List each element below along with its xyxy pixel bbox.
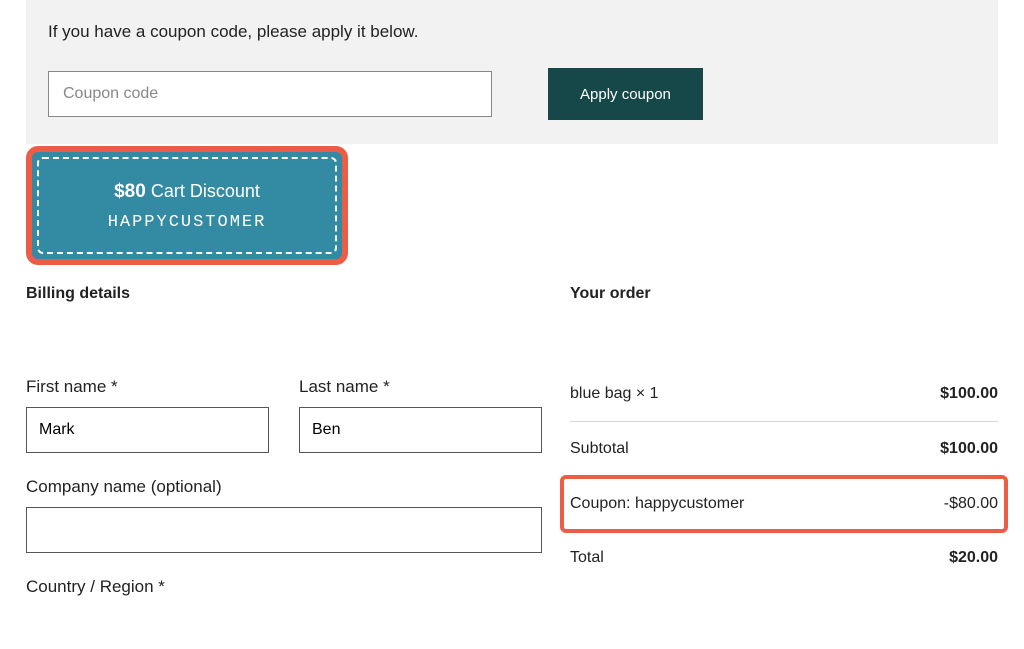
order-summary: blue bag × 1 $100.00 Subtotal $100.00 Co… [570, 377, 998, 573]
coupon-panel: If you have a coupon code, please apply … [26, 0, 998, 144]
coupon-code-input[interactable] [48, 71, 492, 117]
billing-section: Billing details First name * Last name *… [26, 285, 570, 607]
order-row-label: Coupon: happycustomer [570, 495, 744, 513]
order-row-value: -$80.00 [944, 495, 998, 513]
order-row-value: $20.00 [949, 549, 998, 567]
company-label: Company name (optional) [26, 477, 542, 497]
coupon-row: Apply coupon [48, 68, 976, 120]
coupon-badge-amount: $80 [114, 181, 146, 202]
order-row-product: blue bag × 1 $100.00 [570, 385, 998, 422]
last-name-input[interactable] [299, 407, 542, 453]
coupon-badge: $80 Cart Discount HAPPYCUSTOMER [37, 157, 337, 254]
order-row-label: blue bag × 1 [570, 385, 659, 403]
first-name-input[interactable] [26, 407, 269, 453]
billing-title: Billing details [26, 285, 542, 303]
country-label: Country / Region * [26, 577, 542, 597]
order-row-label: Subtotal [570, 440, 629, 458]
coupon-badge-code: HAPPYCUSTOMER [47, 213, 327, 232]
order-row-label: Total [570, 549, 604, 567]
order-row-coupon: Coupon: happycustomer -$80.00 [570, 477, 998, 531]
order-title: Your order [570, 285, 998, 303]
last-name-label: Last name * [299, 377, 542, 397]
coupon-instruction: If you have a coupon code, please apply … [48, 22, 976, 42]
order-row-subtotal: Subtotal $100.00 [570, 422, 998, 477]
order-row-value: $100.00 [940, 385, 998, 403]
coupon-badge-label: Cart Discount [151, 181, 260, 201]
order-section: Your order blue bag × 1 $100.00 Subtotal… [570, 285, 998, 607]
coupon-badge-line: $80 Cart Discount [47, 181, 327, 203]
apply-coupon-button[interactable]: Apply coupon [548, 68, 703, 120]
coupon-badge-highlight: $80 Cart Discount HAPPYCUSTOMER [26, 146, 348, 265]
order-row-total: Total $20.00 [570, 531, 998, 573]
company-input[interactable] [26, 507, 542, 553]
order-row-value: $100.00 [940, 440, 998, 458]
first-name-label: First name * [26, 377, 269, 397]
